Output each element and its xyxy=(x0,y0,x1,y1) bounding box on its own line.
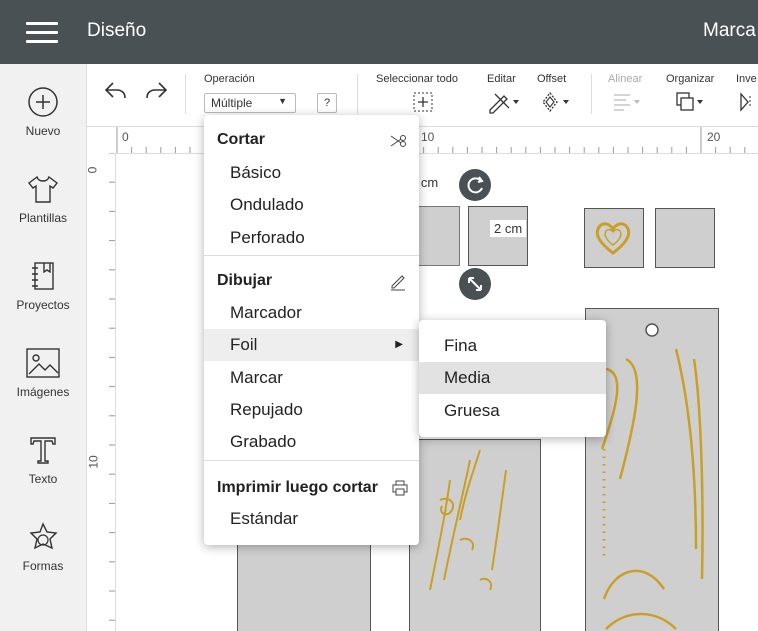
sidebar-item-label: Texto xyxy=(28,472,58,486)
edit-tools-icon[interactable] xyxy=(487,90,521,114)
edit-label[interactable]: Editar xyxy=(487,73,516,85)
operation-label: Operación xyxy=(204,73,255,85)
ruler-left: 0 10 xyxy=(85,153,116,631)
sidebar-item-formas[interactable]: Formas xyxy=(0,520,86,573)
operation-select[interactable]: Múltiple ▼ xyxy=(204,93,296,113)
arrange-icon[interactable] xyxy=(673,90,707,114)
offset-label[interactable]: Offset xyxy=(537,73,566,85)
organize-label[interactable]: Organizar xyxy=(666,73,714,85)
menu-item-basico[interactable]: Básico xyxy=(204,157,419,189)
select-all-icon[interactable] xyxy=(411,90,435,114)
invert-label[interactable]: Inve xyxy=(736,73,757,85)
projects-icon xyxy=(32,262,54,290)
operation-value: Múltiple xyxy=(211,96,253,110)
tshirt-icon xyxy=(28,175,58,203)
menu-item-label: Foil xyxy=(230,335,258,354)
align-label: Alinear xyxy=(608,73,643,85)
script-text-design xyxy=(429,449,507,591)
sidebar-item-label: Proyectos xyxy=(16,298,70,312)
ruler-left-label: 0 xyxy=(85,166,100,174)
height-dimension-label: 2 cm xyxy=(490,220,527,237)
chevron-right-icon: ▶ xyxy=(395,339,403,350)
chevron-down-icon: ▼ xyxy=(278,96,287,106)
operation-dropdown-menu: Cortar Básico Ondulado Perforado Dibujar… xyxy=(204,115,419,545)
canvas-square-heart[interactable] xyxy=(584,208,644,268)
printer-icon xyxy=(392,480,408,496)
flip-icon[interactable] xyxy=(738,90,758,114)
sidebar-item-texto[interactable]: Texto xyxy=(0,433,86,486)
menu-item-estandar[interactable]: Estándar xyxy=(204,503,419,535)
menu-item-marcador[interactable]: Marcador xyxy=(204,297,419,329)
menu-section-title-cortar: Cortar xyxy=(217,131,266,148)
select-all-label[interactable]: Seleccionar todo xyxy=(376,73,458,85)
canvas-square[interactable] xyxy=(655,208,715,268)
help-button[interactable]: ? xyxy=(317,93,337,113)
plus-circle-icon xyxy=(28,87,58,117)
menu-section-title-imprimir: Imprimir luego cortar xyxy=(217,479,378,496)
submenu-item-media[interactable]: Media xyxy=(419,362,606,394)
sidebar-item-plantillas[interactable]: Plantillas xyxy=(0,172,86,225)
app-title: Diseño xyxy=(87,20,147,41)
sidebar-item-label: Imágenes xyxy=(16,385,70,399)
menu-section-title-dibujar: Dibujar xyxy=(217,272,273,289)
resize-arrows-icon xyxy=(468,277,482,291)
pen-icon xyxy=(391,275,405,291)
undo-icon[interactable] xyxy=(103,80,129,102)
menu-item-ondulado[interactable]: Ondulado xyxy=(204,189,419,221)
hamburger-menu-icon[interactable] xyxy=(26,22,58,43)
rotate-icon xyxy=(467,176,484,194)
ruler-left-label: 10 xyxy=(86,455,101,469)
rotate-handle[interactable] xyxy=(459,169,491,201)
sidebar-item-label: Plantillas xyxy=(18,211,68,225)
ruler-top-label: 20 xyxy=(707,130,721,144)
sidebar-item-label: Formas xyxy=(22,559,64,573)
ruler-top: 0 10 20 xyxy=(87,127,758,154)
heart-design-icon xyxy=(595,222,631,255)
image-icon xyxy=(26,348,60,378)
scissors-icon xyxy=(390,135,406,147)
ruler-top-label: 0 xyxy=(122,130,129,144)
shapes-icon xyxy=(29,522,58,550)
menu-item-grabado[interactable]: Grabado xyxy=(204,426,419,458)
menu-item-repujado[interactable]: Repujado xyxy=(204,394,419,426)
submenu-item-gruesa[interactable]: Gruesa xyxy=(419,395,606,427)
menu-item-perforado[interactable]: Perforado xyxy=(204,222,419,254)
redo-icon[interactable] xyxy=(143,80,169,102)
foil-submenu: Fina Media Gruesa xyxy=(419,320,606,437)
bookmark-tag[interactable] xyxy=(409,439,541,631)
toolbar: Operación Múltiple ▼ ? Seleccionar todo E… xyxy=(87,64,758,127)
menu-item-foil[interactable]: Foil ▶ xyxy=(204,329,419,361)
menu-item-marcar[interactable]: Marcar xyxy=(204,362,419,394)
submenu-item-fina[interactable]: Fina xyxy=(419,330,606,362)
left-sidebar: Nuevo Plantillas Proyectos Imágenes Text… xyxy=(0,64,87,631)
resize-handle[interactable] xyxy=(459,268,491,300)
project-title: Marca xyxy=(703,20,756,41)
sidebar-item-imagenes[interactable]: Imágenes xyxy=(0,346,86,399)
align-icon xyxy=(614,94,640,111)
top-bar: Diseño Marca xyxy=(0,0,758,64)
text-t-icon xyxy=(30,437,56,464)
sidebar-item-proyectos[interactable]: Proyectos xyxy=(0,259,86,312)
sidebar-item-nuevo[interactable]: Nuevo xyxy=(0,85,86,138)
offset-icon[interactable] xyxy=(539,90,573,114)
sidebar-item-label: Nuevo xyxy=(25,124,61,138)
ruler-top-label: 10 xyxy=(421,130,435,144)
